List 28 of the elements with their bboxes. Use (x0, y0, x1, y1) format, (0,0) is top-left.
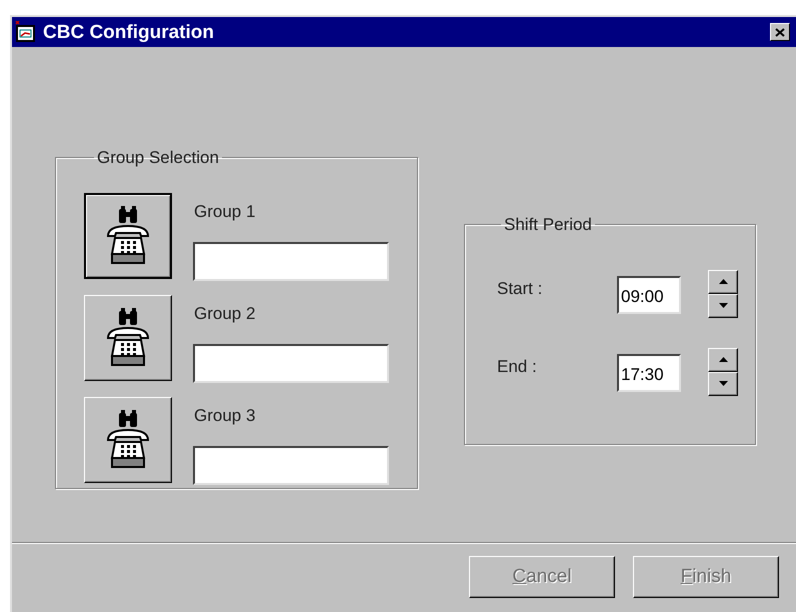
group-label: Group 1 (194, 200, 256, 222)
up-arrow-icon (718, 357, 728, 362)
time-label: End : (497, 356, 538, 378)
time-label: Start : (497, 278, 544, 300)
spin-up-button[interactable] (708, 270, 738, 294)
close-button[interactable] (770, 23, 790, 41)
group-label: Group 3 (194, 404, 256, 426)
window-title: CBC Configuration (43, 22, 214, 42)
group-label: Group 2 (194, 302, 256, 324)
spin-down-button[interactable] (708, 372, 738, 396)
group-box-title: Shift Period (503, 214, 593, 236)
time-input-field[interactable]: 09:00 (617, 276, 681, 314)
up-arrow-icon (718, 279, 728, 284)
group-input-field[interactable] (193, 446, 389, 484)
spin-down-button[interactable] (708, 294, 738, 318)
group-input-field[interactable] (193, 242, 389, 280)
binoculars-telephone-icon (105, 206, 151, 266)
group-box-title: Group Selection (96, 147, 220, 169)
binoculars-telephone-icon (105, 308, 151, 368)
app-icon (15, 21, 37, 43)
group-input-field[interactable] (193, 344, 389, 382)
group-lookup-button[interactable] (84, 192, 172, 278)
spin-up-button[interactable] (708, 348, 738, 372)
down-arrow-icon (718, 303, 728, 308)
binoculars-telephone-icon (105, 410, 151, 470)
down-arrow-icon (718, 381, 728, 386)
time-input-field[interactable]: 17:30 (617, 354, 681, 392)
close-icon (775, 28, 785, 36)
